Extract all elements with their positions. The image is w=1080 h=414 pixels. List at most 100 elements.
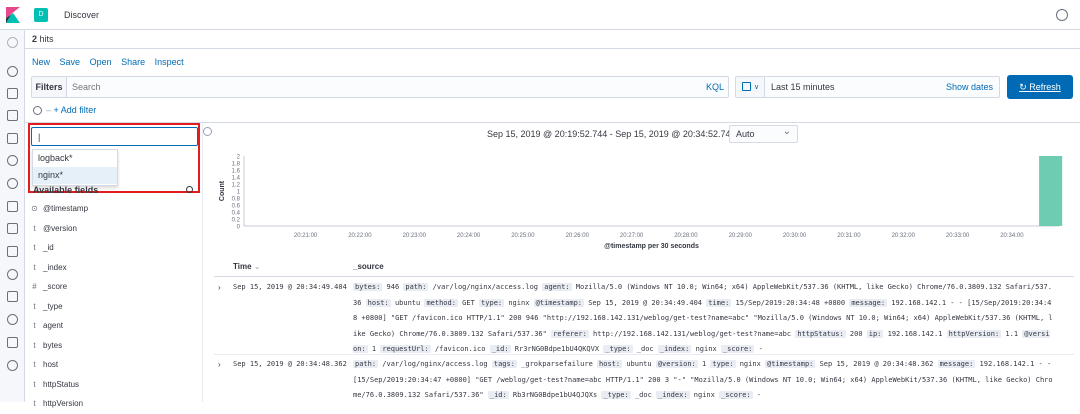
x-tick-label: 20:34:00 xyxy=(1000,233,1024,239)
apm-icon[interactable] xyxy=(7,246,18,257)
source-field-key: @timestamp: xyxy=(765,360,816,368)
x-tick-label: 20:21:00 xyxy=(294,233,318,239)
source-field-key: bytes: xyxy=(353,283,383,291)
visualize-icon[interactable] xyxy=(7,88,18,99)
field-item[interactable]: t httpVersion xyxy=(30,394,202,414)
show-dates-link[interactable]: Show dates xyxy=(946,77,993,97)
sort-icon[interactable]: ⌄ xyxy=(254,262,261,271)
y-tick-label: 0 xyxy=(237,225,241,231)
field-item[interactable]: t _id xyxy=(30,238,202,258)
field-item[interactable]: t bytes xyxy=(30,336,202,356)
expand-row-icon[interactable]: › xyxy=(218,360,221,369)
discover-icon[interactable] xyxy=(7,66,18,77)
field-item[interactable]: t httpStatus xyxy=(30,375,202,395)
field-name: httpStatus xyxy=(43,379,80,389)
source-field-key: host: xyxy=(365,298,391,307)
collapse-sidebar-icon[interactable] xyxy=(203,127,212,136)
source-field-value: 1.1 xyxy=(1001,329,1023,338)
canvas-icon[interactable] xyxy=(7,133,18,144)
field-type-icon: t xyxy=(33,399,36,408)
search-input[interactable] xyxy=(72,77,672,97)
inspect-button[interactable]: Inspect xyxy=(155,57,184,67)
field-name: @version xyxy=(43,223,77,233)
uptime-icon[interactable] xyxy=(7,269,18,280)
source-field-key: _type: xyxy=(603,345,633,353)
siem-icon[interactable] xyxy=(7,291,18,302)
maps-icon[interactable] xyxy=(7,155,18,166)
help-icon[interactable] xyxy=(1056,9,1068,21)
source-field-key: path: xyxy=(403,283,429,291)
kql-toggle[interactable]: KQL xyxy=(706,77,724,97)
kibana-logo-icon[interactable] xyxy=(6,7,20,23)
refresh-button[interactable]: ↻ Refresh xyxy=(1007,75,1073,99)
clock-icon[interactable] xyxy=(7,37,18,48)
available-fields-label: Available fields xyxy=(33,185,99,195)
source-field-key: requestUrl: xyxy=(380,345,431,353)
x-tick-label: 20:22:00 xyxy=(348,233,372,239)
calendar-icon xyxy=(742,82,751,91)
hits-count: 2 hits xyxy=(32,34,54,44)
time-column-label: Time xyxy=(233,262,252,271)
source-field-key: host: xyxy=(597,360,623,368)
x-tick-label: 20:23:00 xyxy=(403,233,427,239)
field-item[interactable]: t @version xyxy=(30,219,202,239)
field-item[interactable]: t _index xyxy=(30,258,202,278)
dev-tools-icon[interactable] xyxy=(7,314,18,325)
source-field-key: _score: xyxy=(719,391,753,399)
time-column-header[interactable]: Time ⌄ xyxy=(233,262,260,271)
interval-select[interactable]: Auto xyxy=(729,124,798,143)
management-icon[interactable] xyxy=(7,360,18,371)
app-badge-icon[interactable]: D xyxy=(34,8,48,22)
source-field-value: Sep 15, 2019 @ 20:34:48.362 xyxy=(815,360,938,368)
field-item[interactable]: ⊙ @timestamp xyxy=(30,199,202,219)
hits-label: hits xyxy=(37,34,54,44)
source-field-key: ip: xyxy=(866,329,884,338)
add-filter-link[interactable]: + Add filter xyxy=(54,105,97,115)
table-row[interactable]: › Sep 15, 2019 @ 20:34:48.362 path: /var/l… xyxy=(214,360,1074,400)
calendar-quick-menu[interactable]: ∨ xyxy=(736,77,765,97)
source-field-key: tags: xyxy=(491,360,517,368)
save-button[interactable]: Save xyxy=(60,57,81,67)
refresh-icon: ↻ xyxy=(1019,82,1030,92)
source-field-value: 1 xyxy=(367,345,381,353)
y-tick-label: 0.2 xyxy=(232,218,241,224)
date-range-text[interactable]: Last 15 minutes xyxy=(771,77,835,97)
open-button[interactable]: Open xyxy=(90,57,112,67)
field-item[interactable]: t host xyxy=(30,355,202,375)
fields-settings-icon[interactable] xyxy=(186,186,193,193)
source-field-value: - xyxy=(752,391,762,399)
field-type-icon: ⊙ xyxy=(31,204,38,213)
settings-gear-icon[interactable] xyxy=(33,106,42,116)
field-item[interactable]: t _type xyxy=(30,297,202,317)
y-tick-label: 1.4 xyxy=(232,176,241,182)
side-navigation xyxy=(0,30,25,402)
source-field-value: nginx xyxy=(691,345,721,353)
source-field-value: - xyxy=(754,345,763,353)
field-item[interactable]: # _score xyxy=(30,277,202,297)
field-item[interactable]: t agent xyxy=(30,316,202,336)
dashboard-icon[interactable] xyxy=(7,110,18,121)
source-field-value: _grokparsefailure xyxy=(516,360,598,368)
x-tick-label: 20:28:00 xyxy=(674,233,698,239)
source-field-value: 15/Sep/2019:20:34:48 +0800 xyxy=(731,298,850,307)
y-tick-label: 1.8 xyxy=(232,162,241,168)
monitoring-icon[interactable] xyxy=(7,337,18,348)
divider xyxy=(25,48,1080,49)
source-field-key: message: xyxy=(849,298,888,307)
field-type-icon: t xyxy=(33,321,36,330)
expand-row-icon[interactable]: › xyxy=(218,283,221,292)
field-type-icon: # xyxy=(32,282,37,291)
ml-icon[interactable] xyxy=(7,178,18,189)
histogram-chart: 00.20.40.60.811.21.41.61.82 20:21:00 20:22… xyxy=(219,155,1063,250)
logs-icon[interactable] xyxy=(7,223,18,234)
source-field-value: Rb3rNG0Bdpe1bU4QJQXs xyxy=(508,391,602,399)
table-row[interactable]: › Sep 15, 2019 @ 20:34:49.404 bytes: 946 p… xyxy=(214,283,1074,353)
new-button[interactable]: New xyxy=(32,57,50,67)
y-tick-label: 2 xyxy=(237,155,241,161)
source-field-key: httpVersion: xyxy=(946,329,1002,338)
field-name: _index xyxy=(43,262,67,272)
x-tick-label: 20:30:00 xyxy=(783,233,807,239)
share-button[interactable]: Share xyxy=(121,57,145,67)
infra-icon[interactable] xyxy=(7,201,18,212)
top-header-bar: D Discover xyxy=(0,0,1080,30)
